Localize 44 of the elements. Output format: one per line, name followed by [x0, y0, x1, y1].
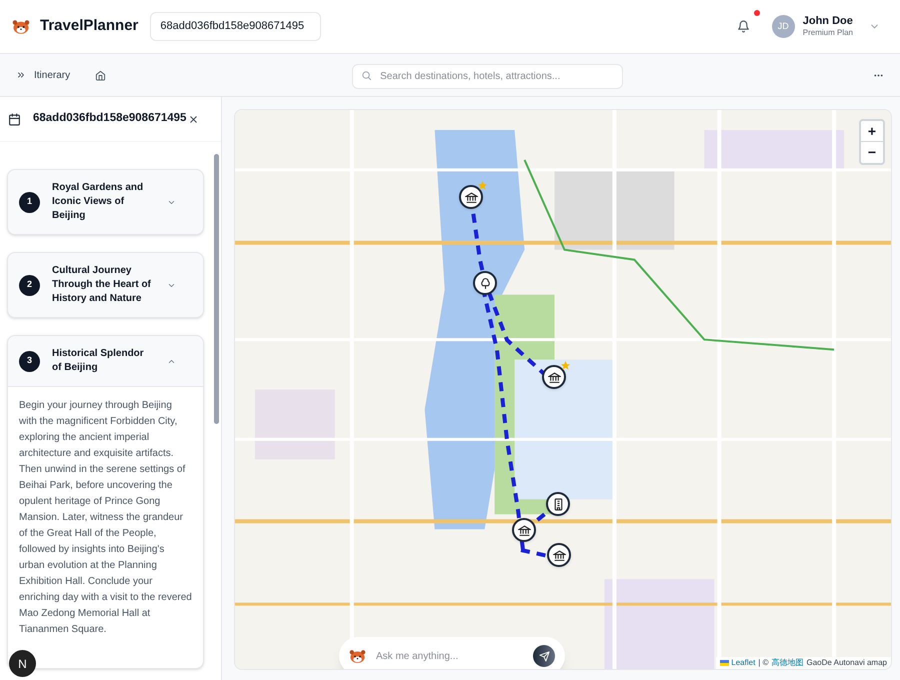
double-chevron-icon	[16, 70, 26, 80]
leaflet-link[interactable]: Leaflet	[720, 657, 756, 669]
search-field[interactable]: Search destinations, hotels, attractions...	[352, 64, 624, 88]
send-icon	[538, 650, 550, 662]
itinerary-button[interactable]: Itinerary	[16, 68, 70, 82]
itinerary-title: 68add036fbd158e908671495	[33, 111, 186, 126]
calendar-icon	[8, 112, 21, 126]
day-description: Begin your journey through Beijing with the magnificent Forbidden City, exploring the ancient imperial architecture and exquisite artifacts. Then unwind in the serene settings of Beihai Park, before uncovering the opulent heritage of Prince Gong Mansion. Later, witness the grandeur of the Great Hall of the People, followed by insights into Beijing's urban evolution at the Planning Exhibition Hall. Conclude your enriching day with a visit to the revered Mao Zedong Memorial Hall at Tiananmen Square.	[19, 399, 192, 637]
day-number: 1	[19, 192, 40, 212]
day-number: 2	[19, 274, 40, 296]
day-title: Historical Splendor of Beijing	[52, 347, 145, 375]
send-button[interactable]	[533, 645, 555, 667]
close-icon[interactable]	[188, 114, 199, 124]
day-header[interactable]: 2 Cultural Journey Through the Heart of History and Nature	[8, 253, 203, 317]
trip-id-field[interactable]: 68add036fbd158e908671495	[150, 12, 322, 41]
flag-icon	[720, 660, 730, 666]
provider-link[interactable]: 高德地图	[772, 657, 804, 669]
bell-icon	[737, 20, 750, 33]
day-title: Cultural Journey Through the Heart of History and Nature	[52, 264, 152, 306]
home-icon[interactable]	[95, 70, 106, 80]
museum-icon	[552, 548, 566, 562]
star-icon	[477, 180, 488, 191]
user-avatar: JD	[772, 15, 795, 38]
app-name: TravelPlanner	[40, 16, 138, 36]
chat-field[interactable]: Ask me anything...	[339, 637, 565, 669]
museum-icon	[464, 190, 478, 204]
day-title: Royal Gardens and Iconic Views of Beijing	[52, 181, 144, 223]
zoom-in-button[interactable]: +	[861, 121, 883, 142]
star-icon	[560, 360, 571, 371]
chat-input[interactable]: Ask me anything...	[376, 648, 523, 664]
user-name: John Doe	[802, 14, 853, 28]
building-icon	[552, 498, 564, 510]
day-number: 3	[19, 350, 40, 372]
attribution-text: GaoDe Autonavi amap	[806, 657, 887, 669]
day-header[interactable]: 3 Historical Splendor of Beijing	[8, 336, 203, 386]
dev-badge[interactable]: N	[9, 650, 36, 677]
tree-icon	[478, 276, 492, 290]
search-icon	[361, 70, 372, 80]
attribution-text: | ©	[758, 657, 768, 669]
museum-icon	[548, 370, 560, 384]
zoom-out-button[interactable]: −	[861, 142, 883, 163]
day-header[interactable]: 1 Royal Gardens and Iconic Views of Beijing	[8, 170, 203, 234]
user-plan: Premium Plan	[802, 28, 853, 38]
museum-icon	[518, 524, 530, 536]
